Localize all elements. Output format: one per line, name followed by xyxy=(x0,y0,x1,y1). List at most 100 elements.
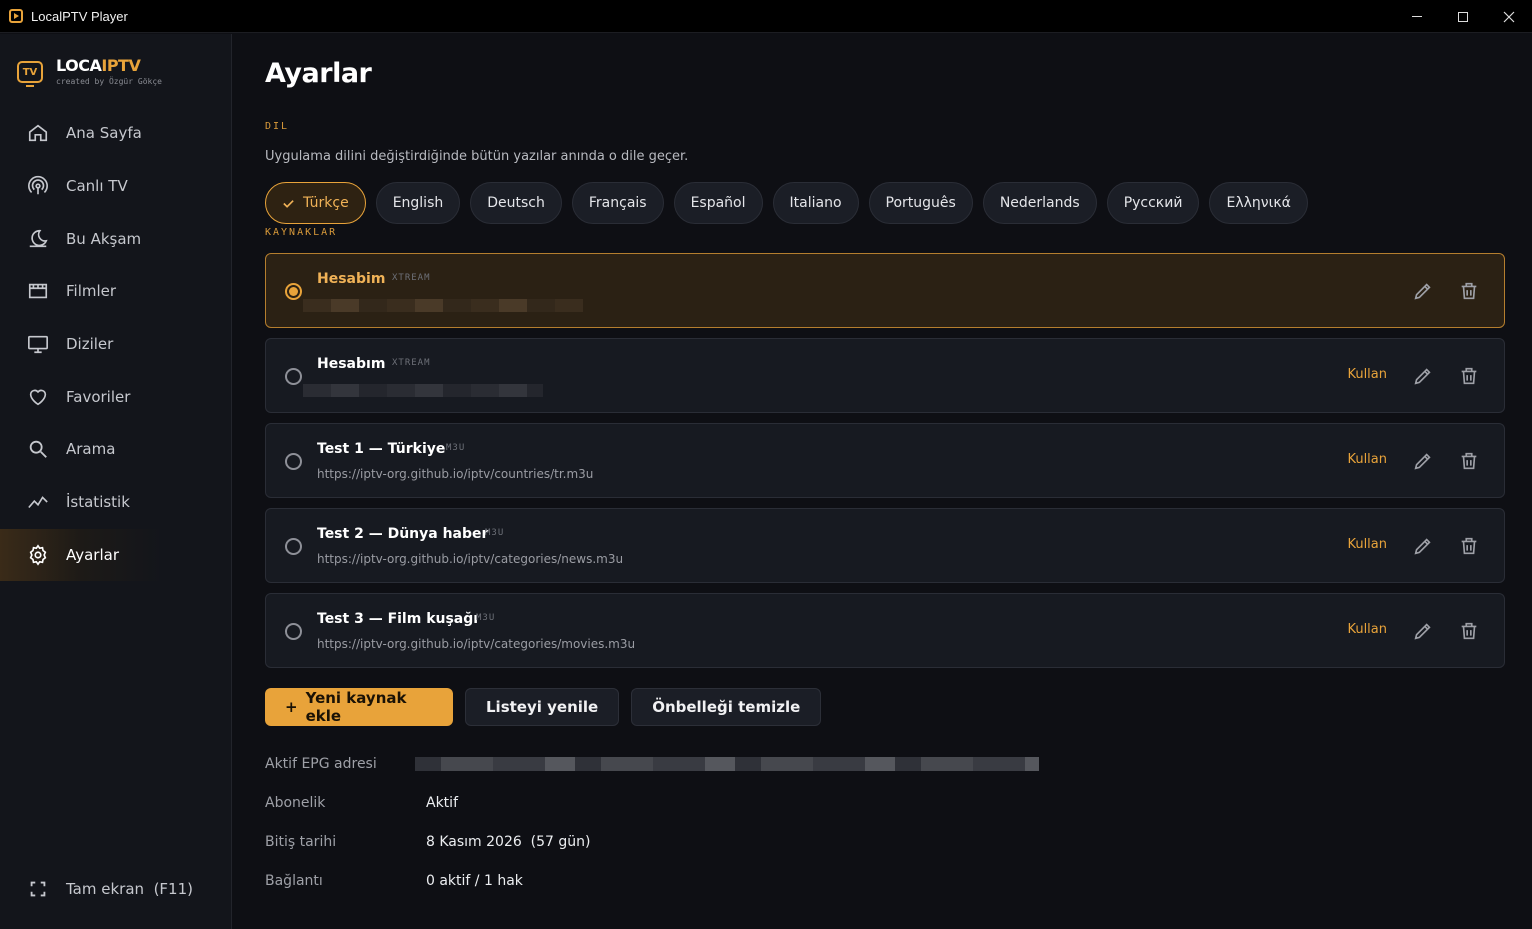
epg-label: Aktif EPG adresi xyxy=(265,756,377,772)
fullscreen-button[interactable]: Tam ekran (F11) xyxy=(0,863,231,916)
language-chip-ru[interactable]: Русский xyxy=(1106,182,1200,224)
home-icon xyxy=(28,124,48,142)
source-row-active[interactable]: Hesabim XTREAM xyxy=(265,253,1505,328)
language-chip-es[interactable]: Español xyxy=(673,182,763,224)
close-icon xyxy=(1503,11,1515,22)
language-description: Uygulama dilini değiştirdiğinde bütün ya… xyxy=(265,149,689,164)
source-radio[interactable] xyxy=(285,368,302,385)
sidebar-item-label: İstatistik xyxy=(66,493,130,512)
clear-cache-button[interactable]: Önbelleği temizle xyxy=(631,688,822,726)
language-chip-tr[interactable]: Türkçe xyxy=(265,182,366,224)
close-button[interactable] xyxy=(1486,0,1532,33)
sidebar-item-home[interactable]: Ana Sayfa xyxy=(0,107,231,160)
sidebar-item-search[interactable]: Arama xyxy=(0,423,231,476)
language-chip-de[interactable]: Deutsch xyxy=(470,182,562,224)
film-icon xyxy=(28,284,48,299)
sidebar-item-settings[interactable]: Ayarlar xyxy=(0,528,231,582)
language-selector: Türkçe English Deutsch Français Español … xyxy=(265,182,1308,224)
brand-subtitle: created by Özgür Gökçe xyxy=(56,77,162,86)
sidebar-item-label: Diziler xyxy=(66,335,114,354)
trash-icon[interactable] xyxy=(1458,535,1480,557)
source-url: https://iptv-org.github.io/iptv/countrie… xyxy=(317,467,594,481)
source-name: Test 3 — Film kuşağı xyxy=(317,611,479,627)
language-chip-el[interactable]: Ελληνικά xyxy=(1209,182,1308,224)
language-section-label: DIL xyxy=(265,121,290,132)
source-row[interactable]: Test 3 — Film kuşağı M3U https://iptv-or… xyxy=(265,593,1505,668)
window-controls xyxy=(1394,0,1532,33)
sidebar-item-favorites[interactable]: Favoriler xyxy=(0,370,231,423)
app-play-icon xyxy=(9,9,23,23)
language-chip-label: Français xyxy=(588,195,647,211)
redacted-url xyxy=(303,384,543,397)
source-radio[interactable] xyxy=(285,453,302,470)
language-chip-en[interactable]: English xyxy=(375,182,461,224)
sidebar-item-label: Favoriler xyxy=(66,387,131,406)
sidebar-item-movies[interactable]: Filmler xyxy=(0,265,231,318)
language-chip-label: Português xyxy=(885,195,956,211)
maximize-button[interactable] xyxy=(1440,0,1486,33)
edit-icon[interactable] xyxy=(1412,365,1434,387)
logo-icon-text: TV xyxy=(22,66,38,78)
expiry-row: Bitiş tarihi 8 Kasım 2026 (57 gün) xyxy=(265,834,1165,852)
trash-icon[interactable] xyxy=(1458,450,1480,472)
sidebar-item-tonight[interactable]: Bu Akşam xyxy=(0,212,231,265)
chart-icon xyxy=(28,496,48,509)
source-name: Hesabim xyxy=(317,271,386,287)
check-icon xyxy=(283,199,294,208)
language-chip-it[interactable]: Italiano xyxy=(772,182,859,224)
monitor-icon xyxy=(28,335,48,354)
sources-section-label: KAYNAKLAR xyxy=(265,227,338,238)
language-chip-nl[interactable]: Nederlands xyxy=(982,182,1097,224)
edit-icon[interactable] xyxy=(1412,535,1434,557)
broadcast-icon xyxy=(28,175,48,195)
trash-icon[interactable] xyxy=(1458,280,1480,302)
source-name: Test 2 — Dünya haber xyxy=(317,526,489,542)
fullscreen-label: Tam ekran (F11) xyxy=(66,880,193,899)
use-source-button[interactable]: Kullan xyxy=(1347,452,1387,467)
source-url: https://iptv-org.github.io/iptv/categori… xyxy=(317,552,624,566)
source-type-badge: M3U xyxy=(476,613,496,623)
source-row[interactable]: Test 2 — Dünya haber M3U https://iptv-or… xyxy=(265,508,1505,583)
connection-row: Bağlantı 0 aktif / 1 hak xyxy=(265,873,1165,891)
minimize-button[interactable] xyxy=(1394,0,1440,33)
language-chip-label: Italiano xyxy=(789,195,842,211)
source-row[interactable]: Hesabım XTREAM Kullan xyxy=(265,338,1505,413)
sidebar-item-live-tv[interactable]: Canlı TV xyxy=(0,160,231,213)
brand-name: LOCAIPTV xyxy=(56,58,162,74)
language-chip-label: Nederlands xyxy=(999,195,1080,211)
window-title: LocalPTV Player xyxy=(31,8,128,24)
edit-icon[interactable] xyxy=(1412,450,1434,472)
trash-icon[interactable] xyxy=(1458,620,1480,642)
sidebar-item-label: Bu Akşam xyxy=(66,229,142,248)
brand-logo[interactable]: TV LOCAIPTV created by Özgür Gökçe xyxy=(17,58,162,87)
source-radio[interactable] xyxy=(285,623,302,640)
plus-icon: + xyxy=(285,698,298,716)
edit-icon[interactable] xyxy=(1412,620,1434,642)
sidebar-item-label: Canlı TV xyxy=(66,177,128,196)
sidebar-item-series[interactable]: Diziler xyxy=(0,318,231,371)
source-type-badge: M3U xyxy=(446,443,466,453)
source-radio-selected[interactable] xyxy=(285,283,302,300)
use-source-button[interactable]: Kullan xyxy=(1347,622,1387,637)
source-name: Hesabım xyxy=(317,356,386,372)
trash-icon[interactable] xyxy=(1458,365,1480,387)
sidebar-item-label: Filmler xyxy=(66,282,117,301)
epg-row: Aktif EPG adresi xyxy=(265,756,1165,774)
subscription-row: Abonelik Aktif xyxy=(265,795,1165,813)
source-row[interactable]: Test 1 — Türkiye M3U https://iptv-org.gi… xyxy=(265,423,1505,498)
language-chip-pt[interactable]: Português xyxy=(868,182,973,224)
use-source-button[interactable]: Kullan xyxy=(1347,367,1387,382)
source-radio[interactable] xyxy=(285,538,302,555)
edit-icon[interactable] xyxy=(1412,280,1434,302)
language-chip-label: Español xyxy=(690,195,746,211)
heart-icon xyxy=(29,389,47,406)
add-source-button[interactable]: + Yeni kaynak ekle xyxy=(265,688,453,726)
sidebar-item-statistics[interactable]: İstatistik xyxy=(0,476,231,529)
refresh-list-button[interactable]: Listeyi yenile xyxy=(465,688,620,726)
add-source-label: Yeni kaynak ekle xyxy=(305,689,407,725)
sidebar-item-label: Ana Sayfa xyxy=(66,124,142,143)
use-source-button[interactable]: Kullan xyxy=(1347,537,1387,552)
settings-page: Ayarlar DIL Uygulama dilini değiştirdiği… xyxy=(233,34,1532,929)
language-chip-fr[interactable]: Français xyxy=(571,182,664,224)
brand-name-part1: LOCA xyxy=(56,56,102,75)
